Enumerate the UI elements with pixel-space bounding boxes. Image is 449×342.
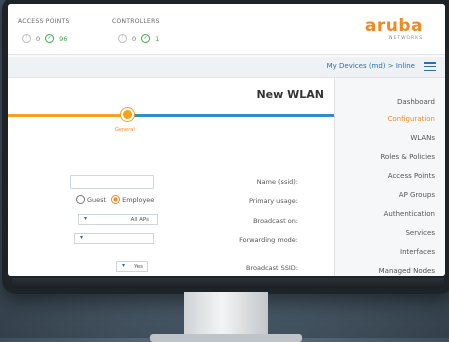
- monitor-chin: [12, 278, 444, 288]
- main-content: New WLAN General Name (ssid): Primary us…: [8, 78, 335, 276]
- sidebar-item-configuration[interactable]: Configuration: [388, 115, 435, 123]
- top-bar: ACCESS POINTS ! 0 ✓ 96 CONTROLLERS ! 0 ✓…: [8, 4, 445, 55]
- wizard-step-dot[interactable]: [121, 108, 134, 121]
- employee-label: Employee: [122, 195, 155, 204]
- breadcrumb-bar: My Devices (md) > Inline: [8, 57, 445, 78]
- chevron-down-icon: ▾: [122, 262, 126, 269]
- wizard-step-label: General: [115, 127, 135, 133]
- broadcast-ssid-select[interactable]: ▾ Yes: [116, 261, 148, 272]
- sidebar-item-managed-nodes[interactable]: Managed Nodes: [379, 267, 435, 275]
- chevron-down-icon: ▾: [80, 234, 84, 241]
- broadcast-on-value: All APs: [130, 217, 149, 223]
- chevron-down-icon: ▾: [84, 215, 88, 222]
- name-input[interactable]: [70, 175, 154, 189]
- forwarding-mode-label: Forwarding mode:: [239, 236, 298, 244]
- screen: ACCESS POINTS ! 0 ✓ 96 CONTROLLERS ! 0 ✓…: [8, 4, 445, 276]
- forwarding-mode-select[interactable]: ▾: [74, 233, 154, 244]
- guest-label: Guest: [87, 195, 107, 204]
- controllers-label: CONTROLLERS: [112, 18, 160, 25]
- employee-radio[interactable]: [111, 195, 121, 204]
- monitor-stand-base: [150, 334, 302, 342]
- access-points-other: 0: [36, 34, 41, 43]
- aruba-logo: aruba NETWORKS: [365, 16, 423, 41]
- monitor-stand: [184, 292, 268, 338]
- controllers-stats[interactable]: ! 0 ✓ 1: [118, 34, 159, 43]
- sidebar-item-roles-policies[interactable]: Roles & Policies: [380, 153, 435, 161]
- name-label: Name (ssid):: [256, 178, 298, 186]
- menu-icon[interactable]: [424, 62, 436, 72]
- primary-usage-radios: Guest Employee: [76, 195, 154, 204]
- controllers-other: 0: [132, 34, 137, 43]
- guest-radio[interactable]: [76, 195, 85, 204]
- access-points-stats[interactable]: ! 0 ✓ 96: [22, 34, 67, 43]
- broadcast-ssid-label: Broadcast SSID:: [246, 264, 298, 272]
- monitor-frame: ACCESS POINTS ! 0 ✓ 96 CONTROLLERS ! 0 ✓…: [2, 0, 449, 294]
- alert-icon: !: [118, 34, 127, 43]
- check-icon: ✓: [45, 34, 55, 43]
- sidebar-item-wlans[interactable]: WLANs: [410, 134, 435, 142]
- sidebar-item-interfaces[interactable]: Interfaces: [400, 248, 435, 256]
- sidebar-item-dashboard[interactable]: Dashboard: [397, 98, 435, 106]
- access-points-ok: 96: [59, 34, 68, 43]
- logo-subtext: NETWORKS: [389, 36, 423, 41]
- sidebar-item-access-points[interactable]: Access Points: [388, 172, 435, 180]
- logo-text: aruba: [364, 16, 423, 36]
- sidebar-item-authentication[interactable]: Authentication: [384, 210, 435, 218]
- page-title: New WLAN: [256, 88, 324, 101]
- sidebar-item-services[interactable]: Services: [405, 229, 435, 237]
- wizard-progress-fill: [8, 114, 122, 117]
- broadcast-ssid-value: Yes: [134, 264, 143, 270]
- access-points-label: ACCESS POINTS: [18, 18, 70, 25]
- sidebar: Dashboard Configuration WLANs Roles & Po…: [335, 78, 445, 276]
- breadcrumb[interactable]: My Devices (md) > Inline: [327, 62, 415, 70]
- alert-icon: !: [22, 34, 31, 43]
- broadcast-on-select[interactable]: ▾ All APs: [78, 214, 158, 225]
- primary-usage-label: Primary usage:: [249, 197, 298, 205]
- broadcast-on-label: Broadcast on:: [253, 217, 298, 225]
- check-icon: ✓: [141, 34, 151, 43]
- controllers-ok: 1: [155, 34, 160, 43]
- sidebar-item-ap-groups[interactable]: AP Groups: [399, 191, 435, 199]
